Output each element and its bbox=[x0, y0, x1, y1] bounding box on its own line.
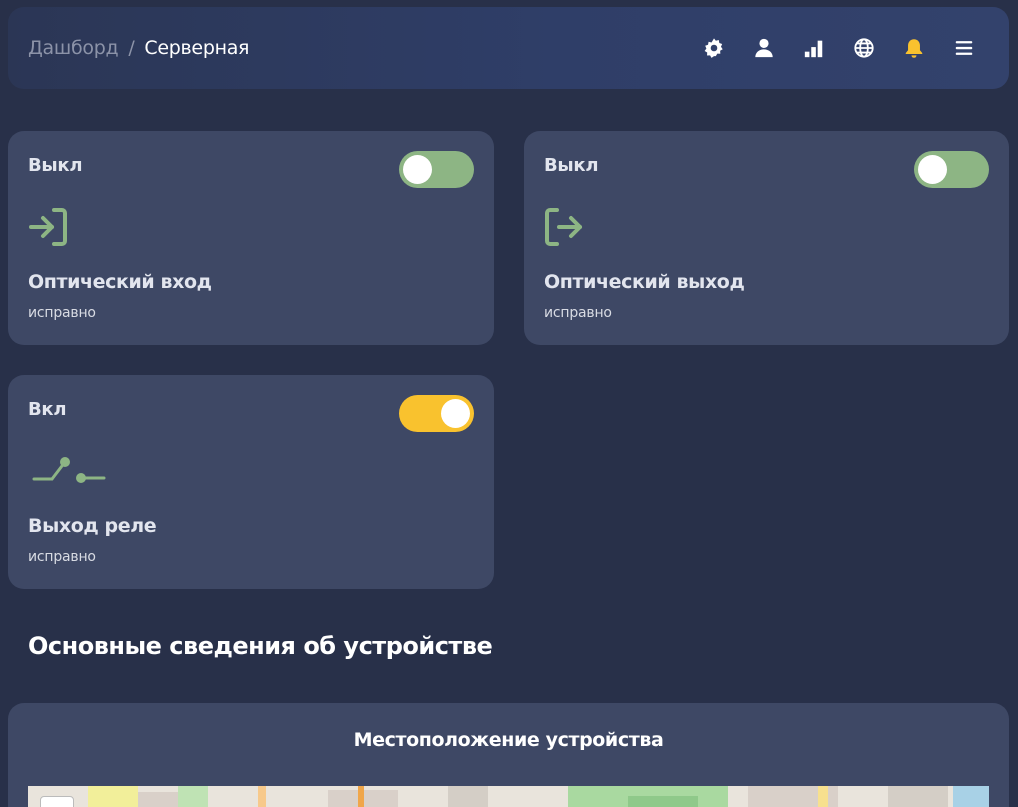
logout-icon bbox=[544, 207, 586, 251]
toolbar-icons bbox=[689, 28, 989, 68]
card-state-label: Вкл bbox=[28, 399, 67, 420]
location-title: Местоположение устройства bbox=[353, 729, 664, 751]
toggle-knob bbox=[918, 155, 947, 184]
menu-icon[interactable] bbox=[939, 28, 989, 68]
toggle-knob bbox=[441, 399, 470, 428]
device-card-relay-output: Вкл Выход реле исправно bbox=[8, 375, 494, 589]
relay-switch-icon bbox=[32, 455, 108, 491]
breadcrumb-current: Серверная bbox=[144, 37, 250, 59]
globe-icon[interactable] bbox=[839, 28, 889, 68]
optical-input-toggle[interactable] bbox=[399, 151, 474, 188]
signal-bars-icon[interactable] bbox=[789, 28, 839, 68]
breadcrumb-separator: / bbox=[128, 37, 135, 59]
relay-output-toggle[interactable] bbox=[399, 395, 474, 432]
location-card: Местоположение устройства bbox=[8, 703, 1009, 807]
bell-icon[interactable] bbox=[889, 28, 939, 68]
card-status: исправно bbox=[28, 549, 96, 565]
top-navbar: Дашборд / Серверная bbox=[8, 7, 1009, 89]
breadcrumb-home-link[interactable]: Дашборд bbox=[28, 37, 119, 59]
settings-gear-icon[interactable] bbox=[689, 28, 739, 68]
card-status: исправно bbox=[28, 305, 96, 321]
breadcrumb: Дашборд / Серверная bbox=[28, 37, 249, 59]
device-card-optical-output: Выкл Оптический выход исправно bbox=[524, 131, 1009, 345]
user-icon[interactable] bbox=[739, 28, 789, 68]
card-title: Выход реле bbox=[28, 515, 157, 537]
device-card-optical-input: Выкл Оптический вход исправно bbox=[8, 131, 494, 345]
location-map[interactable] bbox=[28, 786, 989, 807]
section-title: Основные сведения об устройстве bbox=[28, 632, 493, 660]
map-zoom-button[interactable] bbox=[40, 796, 74, 807]
card-title: Оптический выход bbox=[544, 271, 745, 293]
optical-output-toggle[interactable] bbox=[914, 151, 989, 188]
toggle-knob bbox=[403, 155, 432, 184]
card-title: Оптический вход bbox=[28, 271, 212, 293]
card-state-label: Выкл bbox=[28, 155, 83, 176]
login-icon bbox=[28, 207, 70, 251]
card-state-label: Выкл bbox=[544, 155, 599, 176]
card-status: исправно bbox=[544, 305, 612, 321]
